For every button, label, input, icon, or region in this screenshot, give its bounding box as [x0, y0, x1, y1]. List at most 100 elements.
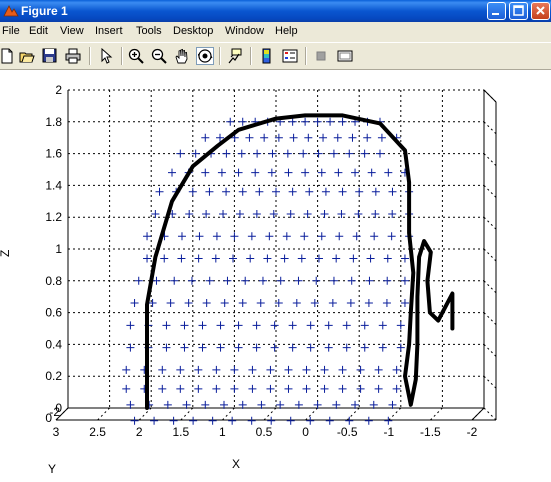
- data-point-marker: [222, 149, 231, 158]
- data-point-marker: [126, 321, 135, 330]
- legend-icon[interactable]: [281, 47, 299, 65]
- grid-line-floor: [388, 407, 402, 421]
- data-point-marker: [356, 365, 365, 374]
- data-point-marker: [166, 299, 175, 308]
- colorbar-icon[interactable]: [258, 47, 276, 65]
- menu-edit[interactable]: Edit: [29, 25, 48, 38]
- data-point-marker: [374, 384, 383, 393]
- grid-line-floor: [263, 407, 277, 421]
- z-tick-label: 1.8: [45, 115, 62, 129]
- data-point-marker: [284, 168, 293, 177]
- data-point-marker: [286, 416, 295, 425]
- data-point-marker: [246, 254, 255, 263]
- y-axis-label: Y: [48, 462, 56, 476]
- data-point-marker: [332, 254, 341, 263]
- data-point-marker: [256, 299, 265, 308]
- data-point-marker: [284, 365, 293, 374]
- zoom-in-icon[interactable]: [127, 47, 145, 65]
- data-point-marker: [201, 133, 210, 142]
- data-point-marker: [176, 149, 185, 158]
- 3d-axes[interactable]: 0 0.2 0.4 0.6 0.8 1 1.2 1.4 1.6 1.8 2 3 2.5 2 1.5 1 0.5 0…: [0, 70, 551, 482]
- data-point-marker: [188, 187, 197, 196]
- data-point-marker: [288, 187, 297, 196]
- menu-view[interactable]: View: [60, 25, 84, 38]
- axes-box-edge: [471, 407, 485, 421]
- data-point-marker: [122, 365, 131, 374]
- data-point-marker: [284, 384, 293, 393]
- menu-desktop[interactable]: Desktop: [173, 25, 213, 38]
- data-point-marker: [364, 416, 373, 425]
- data-point-marker: [195, 232, 204, 241]
- data-point-marker: [317, 168, 326, 177]
- maximize-button[interactable]: [509, 2, 528, 20]
- menu-file[interactable]: File: [2, 25, 20, 38]
- data-point-marker: [302, 384, 311, 393]
- data-point-marker: [301, 117, 310, 126]
- minimize-button[interactable]: [487, 2, 506, 20]
- title-bar[interactable]: Figure 1: [0, 0, 551, 22]
- marker-series: [122, 117, 414, 425]
- data-point-marker: [364, 299, 373, 308]
- matlab-figure-icon: [3, 3, 19, 19]
- z-tick-label: 1.4: [45, 178, 62, 192]
- data-point-marker: [211, 254, 220, 263]
- toolbar-separator: [305, 47, 307, 65]
- x-tick-label: -1.5: [420, 425, 441, 439]
- data-point-marker: [294, 276, 303, 285]
- data-point-marker: [234, 321, 243, 330]
- rotate-3d-icon[interactable]: [196, 47, 214, 65]
- menu-bar: File Edit View Insert Tools Desktop Wind…: [0, 22, 551, 41]
- menu-insert[interactable]: Insert: [95, 25, 123, 38]
- menu-window[interactable]: Window: [225, 25, 264, 38]
- show-plot-tools-icon[interactable]: [336, 47, 354, 65]
- data-point-marker: [134, 276, 143, 285]
- window-title: Figure 1: [21, 4, 68, 18]
- print-icon[interactable]: [64, 47, 82, 65]
- data-point-marker: [355, 187, 364, 196]
- data-point-marker: [176, 384, 185, 393]
- save-icon[interactable]: [41, 47, 59, 65]
- grid-line-side: [483, 344, 497, 357]
- data-point-marker: [269, 210, 278, 219]
- data-point-marker: [349, 254, 358, 263]
- figure-canvas[interactable]: 0 0.2 0.4 0.6 0.8 1 1.2 1.4 1.6 1.8 2 3 2.5 2 1.5 1 0.5 0…: [0, 70, 551, 482]
- data-point-marker: [248, 365, 257, 374]
- data-point-marker: [392, 384, 401, 393]
- data-point-marker: [212, 232, 221, 241]
- close-button[interactable]: [531, 2, 550, 20]
- edit-plot-arrow-icon[interactable]: [97, 47, 115, 65]
- zoom-out-icon[interactable]: [150, 47, 168, 65]
- data-point-marker: [325, 416, 334, 425]
- data-point-marker: [201, 168, 210, 177]
- data-point-marker: [282, 232, 291, 241]
- data-point-marker: [238, 299, 247, 308]
- data-point-marker: [245, 133, 254, 142]
- data-point-marker: [205, 187, 214, 196]
- data-point-marker: [304, 133, 313, 142]
- new-figure-icon[interactable]: [0, 47, 16, 65]
- data-point-marker: [338, 117, 347, 126]
- z-tick-label: 0.6: [45, 306, 62, 320]
- grid-line-side: [483, 153, 497, 166]
- menu-tools[interactable]: Tools: [136, 25, 162, 38]
- grid-line-side: [483, 248, 497, 262]
- data-point-marker: [169, 416, 178, 425]
- data-point-marker: [229, 254, 238, 263]
- data-point-marker: [234, 168, 243, 177]
- data-point-marker: [272, 187, 280, 196]
- data-point-marker: [313, 117, 322, 126]
- data-cursor-icon[interactable]: [226, 47, 244, 65]
- z-tick-label: 1: [55, 242, 62, 256]
- hide-plot-tools-icon[interactable]: [312, 47, 330, 65]
- data-point-marker: [371, 187, 380, 196]
- toolbar-separator: [219, 47, 221, 65]
- menu-help[interactable]: Help: [275, 25, 298, 38]
- data-point-marker: [283, 149, 292, 158]
- data-point-marker: [363, 133, 372, 142]
- pan-hand-icon[interactable]: [173, 47, 191, 65]
- data-point-marker: [222, 187, 231, 196]
- grid-line-floor: [138, 407, 152, 421]
- data-point-marker: [324, 343, 333, 352]
- open-file-icon[interactable]: [18, 47, 36, 65]
- data-point-marker: [158, 384, 167, 393]
